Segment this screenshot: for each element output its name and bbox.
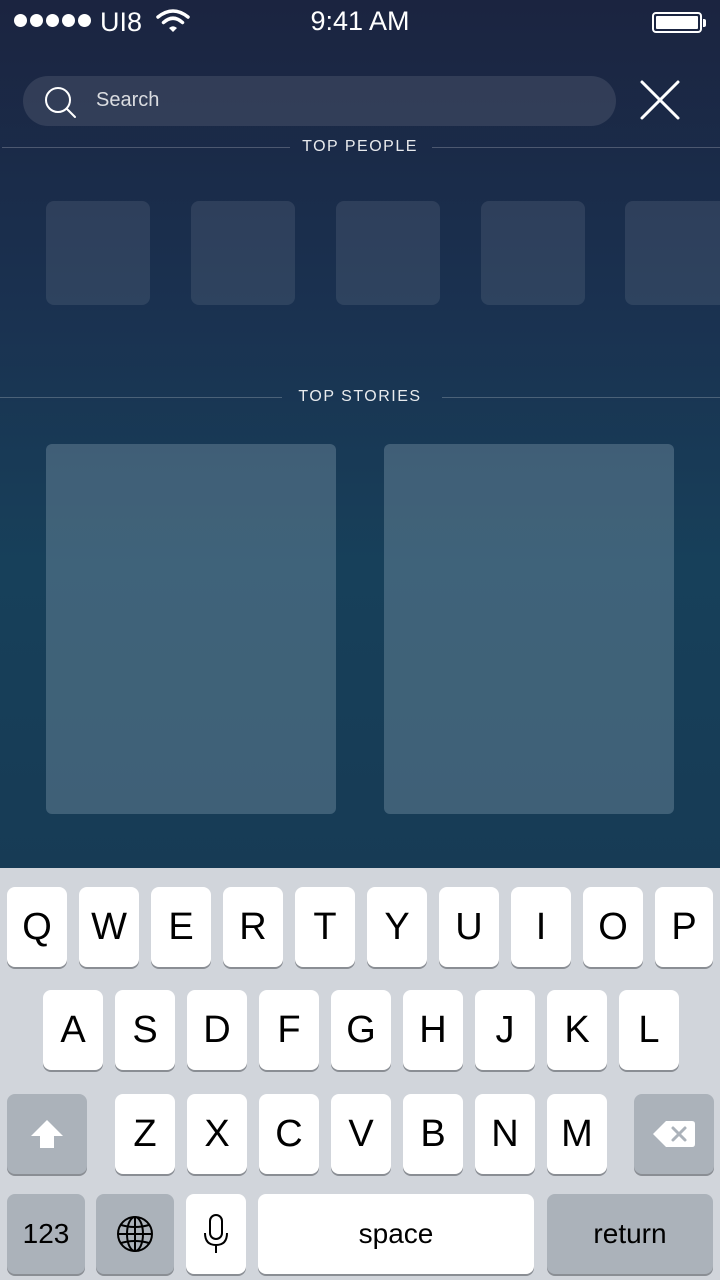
people-divider-right: [432, 147, 720, 148]
return-key[interactable]: return: [547, 1194, 713, 1274]
key-p[interactable]: P: [655, 887, 713, 967]
close-icon[interactable]: [638, 78, 682, 122]
status-time: 9:41 AM: [310, 6, 410, 36]
key-n[interactable]: N: [475, 1094, 535, 1174]
key-k[interactable]: K: [547, 990, 607, 1070]
key-u[interactable]: U: [439, 887, 499, 967]
globe-key[interactable]: [96, 1194, 174, 1274]
key-h[interactable]: H: [403, 990, 463, 1070]
microphone-icon: [204, 1214, 228, 1253]
key-i[interactable]: I: [511, 887, 571, 967]
keyboard: Q W E R T Y U I O P A S D F G H J K L Z …: [0, 868, 720, 1280]
story-card[interactable]: [384, 444, 674, 814]
key-v[interactable]: V: [331, 1094, 391, 1174]
status-bar: UI8 9:41 AM: [0, 0, 720, 44]
stories-divider-right: [442, 397, 720, 398]
story-card[interactable]: [46, 444, 336, 814]
person-tile[interactable]: [191, 201, 295, 305]
person-tile[interactable]: [46, 201, 150, 305]
key-y[interactable]: Y: [367, 887, 427, 967]
search-icon: [45, 87, 76, 118]
space-key[interactable]: space: [258, 1194, 534, 1274]
key-c[interactable]: C: [259, 1094, 319, 1174]
key-e[interactable]: E: [151, 887, 211, 967]
numbers-key[interactable]: 123: [7, 1194, 85, 1274]
key-q[interactable]: Q: [7, 887, 67, 967]
person-tile[interactable]: [625, 201, 720, 305]
shift-key[interactable]: [7, 1094, 87, 1174]
dictation-key[interactable]: [186, 1194, 246, 1274]
key-x[interactable]: X: [187, 1094, 247, 1174]
key-f[interactable]: F: [259, 990, 319, 1070]
shift-icon: [31, 1120, 63, 1148]
key-o[interactable]: O: [583, 887, 643, 967]
key-a[interactable]: A: [43, 990, 103, 1070]
key-j[interactable]: J: [475, 990, 535, 1070]
person-tile[interactable]: [336, 201, 440, 305]
key-t[interactable]: T: [295, 887, 355, 967]
key-b[interactable]: B: [403, 1094, 463, 1174]
key-g[interactable]: G: [331, 990, 391, 1070]
search-placeholder: Search: [96, 89, 160, 111]
battery-icon: [652, 12, 706, 33]
backspace-key[interactable]: [634, 1094, 714, 1174]
search-input[interactable]: Search: [23, 76, 616, 126]
person-tile[interactable]: [481, 201, 585, 305]
backspace-icon: [653, 1121, 695, 1147]
key-d[interactable]: D: [187, 990, 247, 1070]
key-l[interactable]: L: [619, 990, 679, 1070]
key-r[interactable]: R: [223, 887, 283, 967]
key-s[interactable]: S: [115, 990, 175, 1070]
globe-icon: [117, 1216, 153, 1252]
key-w[interactable]: W: [79, 887, 139, 967]
key-m[interactable]: M: [547, 1094, 607, 1174]
key-z[interactable]: Z: [115, 1094, 175, 1174]
